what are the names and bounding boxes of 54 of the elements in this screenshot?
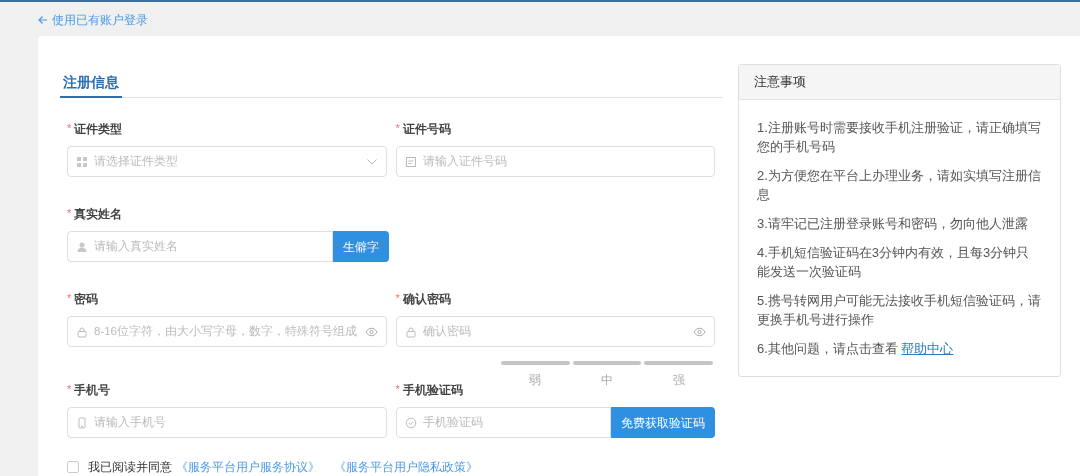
required-mark: * xyxy=(67,206,72,221)
checkbox[interactable] xyxy=(67,461,79,473)
tab[interactable]: 注册信息 xyxy=(60,72,122,98)
field-label: 密码 xyxy=(74,291,99,308)
input-field[interactable]: 请输入证件号码 xyxy=(395,146,715,177)
input-field[interactable]: 请输入真实姓名 xyxy=(67,231,333,262)
field-label: 确认密码 xyxy=(402,291,451,308)
action-button[interactable]: 生僻字 xyxy=(333,231,389,262)
notice-text: 2.为方便您在平台上办理业务，请如实填写注册信息 xyxy=(757,167,1042,204)
lock-icon xyxy=(76,325,88,338)
notice-text: 4.手机短信验证码在3分钟内有效，且每3分钟只能发送一次验证码 xyxy=(757,244,1031,281)
required-mark: * xyxy=(67,291,72,306)
required-mark: * xyxy=(67,121,72,136)
field-label: 手机验证码 xyxy=(402,382,463,399)
agreement-text: 我已阅读并同意 xyxy=(88,459,172,476)
grid-icon xyxy=(76,155,88,168)
input-field[interactable]: 8-16位字符，由大小写字母，数字，特殊符号组成 xyxy=(67,316,387,347)
eye-icon[interactable] xyxy=(364,326,378,337)
select-field[interactable]: 请选择证件类型 xyxy=(67,146,387,177)
check-circle-icon xyxy=(404,416,417,429)
agreement-link[interactable]: 《服务平台用户隐私政策》 xyxy=(334,458,478,476)
strength-segment xyxy=(572,361,642,365)
notice-text: 1.注册账号时需要接收手机注册验证，请正确填写您的手机号码 xyxy=(757,119,1042,156)
strength-label: 弱 xyxy=(529,372,542,389)
strength-segment xyxy=(644,361,713,365)
action-button[interactable]: 免费获取验证码 xyxy=(611,407,715,438)
lock-icon xyxy=(404,325,417,338)
chevron-down-icon xyxy=(365,157,378,166)
notice-text: 5.携号转网用户可能无法接收手机短信验证码，请更换手机号进行操作 xyxy=(757,292,1042,329)
field-label: 证件号码 xyxy=(402,121,451,138)
arrow-left-icon xyxy=(38,15,48,25)
back-link[interactable]: 使用已有账户登录 xyxy=(38,11,1080,29)
strength-label: 强 xyxy=(672,372,685,389)
input-field[interactable]: 手机验证码 xyxy=(395,407,611,438)
required-mark: * xyxy=(395,291,400,306)
user-icon xyxy=(76,240,88,253)
id-card-icon xyxy=(404,155,417,168)
required-mark: * xyxy=(395,382,400,397)
eye-icon[interactable] xyxy=(693,326,706,337)
help-link[interactable]: 帮助中心 xyxy=(901,341,954,356)
panel-title: 注意事项 xyxy=(754,73,806,92)
field-label: 证件类型 xyxy=(74,121,123,138)
required-mark: * xyxy=(395,121,400,136)
phone-icon xyxy=(76,416,88,429)
notice-text: 3.请牢记已注册登录账号和密码，勿向他人泄露 xyxy=(757,215,1029,233)
agreement-link[interactable]: 《服务平台用户服务协议》 xyxy=(176,458,320,476)
field-label: 真实姓名 xyxy=(74,206,123,223)
input-field[interactable]: 请输入手机号 xyxy=(67,407,387,438)
field-label: 手机号 xyxy=(74,382,111,399)
input-field[interactable]: 确认密码 xyxy=(395,316,715,347)
strength-label: 中 xyxy=(601,372,613,389)
required-mark: * xyxy=(67,382,72,397)
notice-text: 6.其他问题，请点击查看 帮助中心 xyxy=(757,340,955,358)
strength-segment xyxy=(501,361,570,365)
